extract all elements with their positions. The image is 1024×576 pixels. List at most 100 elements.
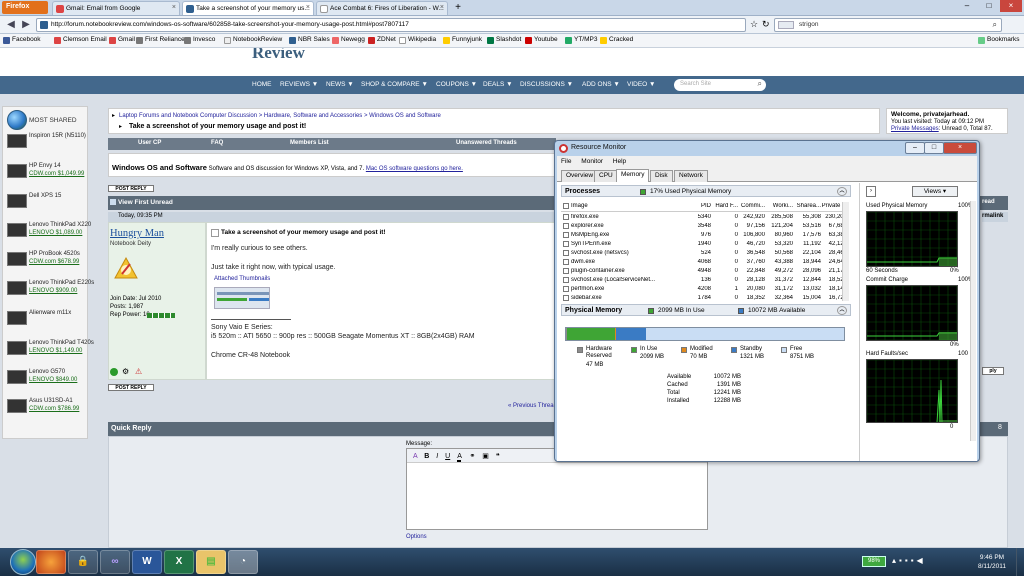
bookmark-item[interactable]: Wikipedia: [399, 36, 436, 44]
post-reply-button[interactable]: POST REPLY: [108, 185, 154, 192]
maximize-button[interactable]: □: [978, 0, 1000, 12]
unanswered-threads-link[interactable]: Unanswered Threads: [456, 140, 517, 146]
tray-icons[interactable]: ▴▪▪▪◀: [892, 556, 926, 565]
nav-reviews[interactable]: REVIEWS ▼: [280, 81, 318, 88]
close-icon[interactable]: ×: [306, 4, 310, 11]
row-checkbox[interactable]: [563, 286, 569, 292]
bookmark-item[interactable]: Newegg: [332, 36, 365, 44]
close-icon[interactable]: ×: [172, 4, 176, 11]
minimize-button[interactable]: –: [905, 142, 925, 154]
format-icon[interactable]: A: [413, 453, 417, 460]
reply-button[interactable]: ply: [982, 367, 1004, 375]
row-checkbox[interactable]: [563, 295, 569, 301]
column-header[interactable]: Commi...: [737, 203, 765, 209]
underline-icon[interactable]: U: [445, 453, 450, 460]
explorer-taskbar-icon[interactable]: ▤: [196, 550, 226, 574]
bookmark-item[interactable]: ZDNet: [368, 36, 396, 44]
row-checkbox[interactable]: [563, 259, 569, 265]
post-username[interactable]: Hungry Man: [110, 228, 164, 239]
sidebar-item[interactable]: Lenovo G570 LENOVO $849.00: [5, 368, 87, 392]
permalink[interactable]: rmalink: [982, 212, 1008, 222]
maximize-button[interactable]: □: [924, 142, 944, 154]
row-checkbox[interactable]: [563, 268, 569, 274]
visual-studio-taskbar-icon[interactable]: ∞: [100, 550, 130, 574]
close-window-button[interactable]: ×: [1000, 0, 1022, 12]
sidebar-item[interactable]: HP ProBook 4520s CDW.com $678.99: [5, 250, 87, 274]
site-search-input[interactable]: Search Site ⌕: [674, 79, 766, 91]
expand-pane-icon[interactable]: ›: [866, 186, 876, 197]
user-cp-link[interactable]: User CP: [138, 140, 161, 146]
table-header-row[interactable]: Image PID Hard F... Commi... Worki... Sharea.…: [561, 202, 843, 212]
nav-news[interactable]: NEWS ▼: [326, 81, 354, 88]
report-icon[interactable]: ⚠: [135, 367, 142, 376]
previous-thread-link[interactable]: « Previous Thread: [508, 403, 557, 409]
sidebar-item[interactable]: Inspiron 15R (N5110): [5, 132, 87, 156]
text-color-icon[interactable]: A: [457, 453, 462, 462]
table-row[interactable]: plugin-container.exe 4948 0 22,848 49,272 28,…: [561, 267, 843, 276]
reputation-icon[interactable]: ⚙: [122, 367, 129, 376]
menu-monitor[interactable]: Monitor: [581, 158, 603, 165]
processes-scrollbar[interactable]: [842, 202, 849, 301]
row-checkbox[interactable]: [563, 277, 569, 283]
bookmark-item[interactable]: Cracked: [600, 36, 633, 44]
quote-icon[interactable]: ❝: [496, 453, 500, 460]
site-logo[interactable]: notebookReview: [252, 48, 305, 63]
table-row[interactable]: firefox.exe 5340 0 242,920 285,508 55,308 230,…: [561, 213, 843, 222]
close-icon[interactable]: ×: [440, 4, 444, 11]
row-checkbox[interactable]: [563, 241, 569, 247]
bookmark-item[interactable]: NBR Sales: [289, 36, 330, 44]
bookmark-item[interactable]: Facebook: [3, 36, 41, 44]
thread-tools-link[interactable]: read: [980, 196, 1008, 210]
tab-gmail[interactable]: Gmail: Email from Google ×: [52, 1, 180, 15]
row-checkbox[interactable]: [563, 214, 569, 220]
attached-thumbnail[interactable]: [214, 287, 270, 309]
view-first-unread-link[interactable]: View First Unread: [118, 199, 173, 206]
table-row[interactable]: SynTPEnh.exe 1940 0 46,720 53,320 11,192 42,12…: [561, 240, 843, 249]
tab-cpu[interactable]: CPU: [594, 170, 618, 182]
column-header[interactable]: Image: [571, 203, 681, 209]
start-button[interactable]: [10, 549, 36, 575]
bold-icon[interactable]: B: [424, 453, 429, 460]
bookmark-star-icon[interactable]: ☆: [750, 19, 758, 30]
clock[interactable]: 9:46 PM 8/11/2011: [972, 553, 1012, 571]
tab-network[interactable]: Network: [674, 170, 708, 182]
bookmark-item[interactable]: First Reliance: [136, 36, 185, 44]
table-row[interactable]: sidebar.exe 1784 0 18,352 32,364 15,004 16,720: [561, 294, 843, 301]
battery-indicator[interactable]: 98%: [862, 556, 886, 567]
column-header[interactable]: Private ...: [821, 203, 843, 209]
sidebar-item[interactable]: Lenovo ThinkPad X220 LENOVO $1,089.00: [5, 221, 91, 245]
reload-icon[interactable]: ↻: [762, 19, 770, 30]
options-label[interactable]: Options: [406, 534, 427, 540]
table-row[interactable]: perfmon.exe 4208 1 20,080 31,172 13,032 18,140: [561, 285, 843, 294]
new-tab-button[interactable]: +: [452, 2, 464, 14]
row-checkbox[interactable]: [563, 250, 569, 256]
bookmark-item[interactable]: Youtube: [525, 36, 558, 44]
image-icon[interactable]: ▣: [482, 453, 489, 460]
nav-discussions[interactable]: DISCUSSIONS ▼: [520, 81, 573, 88]
breadcrumb-links[interactable]: Laptop Forums and Notebook Computer Disc…: [119, 113, 441, 119]
nav-deals[interactable]: DEALS ▼: [483, 81, 513, 88]
bookmark-item[interactable]: Funnyjunk: [443, 36, 482, 44]
private-messages-link[interactable]: Private Messages: [891, 126, 939, 132]
physical-memory-section-header[interactable]: Physical Memory 2099 MB In Use 10072 MB …: [561, 304, 851, 316]
sidebar-item[interactable]: Asus U31SD-A1 CDW.com $786.99: [5, 397, 87, 421]
menu-help[interactable]: Help: [613, 158, 626, 165]
post-reply-button[interactable]: POST REPLY: [108, 384, 154, 391]
table-row[interactable]: svchost.exe (LocalServiceNet... 136 0 28,12…: [561, 276, 843, 285]
tab-notebookreview[interactable]: Take a screenshot of your memory us... ×: [182, 1, 314, 15]
bookmarks-menu[interactable]: Bookmarks: [978, 36, 1020, 44]
back-arrow-icon[interactable]: ◀: [4, 18, 18, 32]
link-icon[interactable]: ⚭: [469, 453, 475, 460]
search-icon[interactable]: ⌕: [758, 79, 762, 89]
tab-overview[interactable]: Overview: [561, 170, 599, 182]
bookmark-item[interactable]: Slashdot: [487, 36, 521, 44]
bookmark-item[interactable]: Gmail: [109, 36, 135, 44]
url-bar[interactable]: http://forum.notebookreview.com/windows-…: [36, 18, 746, 32]
table-row[interactable]: MsMpEng.exe 976 0 106,800 80,960 17,576 63,384: [561, 231, 843, 240]
mac-os-link[interactable]: Mac OS software questions go here.: [366, 166, 463, 172]
italic-icon[interactable]: I: [436, 453, 438, 460]
members-list-link[interactable]: Members List: [290, 140, 329, 146]
sidebar-item[interactable]: HP Envy 14 CDW.com $1,049.99: [5, 162, 87, 186]
row-checkbox[interactable]: [563, 232, 569, 238]
firefox-menu-button[interactable]: Firefox: [2, 1, 48, 14]
